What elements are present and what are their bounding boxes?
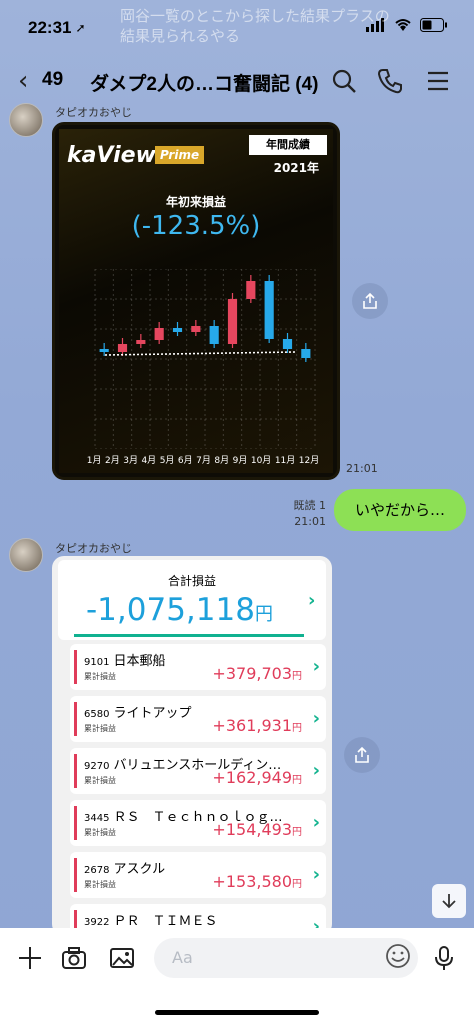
stock-row[interactable]: 9101 日本郵船累計損益 +379,703円 › <box>70 644 326 690</box>
chevron-right-icon: › <box>312 708 320 729</box>
sender-name: タピオカおやじ <box>55 542 132 555</box>
kaview-card: kaView Prime 年間成績 2021年 年初来損益 (-123.5%) … <box>59 129 333 473</box>
month-label: 10月 <box>250 456 272 466</box>
month-label: 2月 <box>104 456 120 466</box>
ytd-percent: (-123.5%) <box>131 211 261 241</box>
stock-sub-label: 累計損益 <box>84 880 116 889</box>
profit-marker <box>74 754 77 788</box>
stock-code: 9270 <box>84 761 110 772</box>
chevron-right-icon: › <box>308 590 316 611</box>
image-message[interactable]: kaView Prime 年間成績 2021年 年初来損益 (-123.5%) … <box>52 122 340 480</box>
stock-name-text: ＰＲ ＴＩＭＥＳ <box>113 914 218 929</box>
stock-row[interactable]: 6580 ライトアップ累計損益 +361,931円 › <box>70 696 326 742</box>
pl-summary-card[interactable]: 合計損益 -1,075,118円 › 9101 日本郵船累計損益 +379,703円… <box>52 556 332 936</box>
location-arrow-icon: ➚ <box>75 21 86 35</box>
annual-badge: 年間成績 <box>249 135 327 155</box>
month-label: 11月 <box>274 456 296 466</box>
arrow-down-icon <box>442 894 456 909</box>
month-label: 8月 <box>214 456 230 466</box>
microphone-icon[interactable] <box>430 944 458 972</box>
back-count[interactable]: 49 <box>42 69 63 91</box>
month-label: 6月 <box>177 456 193 466</box>
stock-name-text: アスクル <box>113 862 166 877</box>
stock-row[interactable]: 9270 バリュエンスホールディン… 累計損益 +162,949円 › <box>70 748 326 794</box>
my-message-bubble[interactable]: いやだから… <box>334 489 466 531</box>
share-button[interactable] <box>344 737 380 773</box>
notification-ghost-text: 岡谷一覧のとこから探した結果プラスの結果見られるやる <box>120 7 390 45</box>
month-label: 5月 <box>159 456 175 466</box>
back-chevron-icon[interactable]: ‹ <box>18 66 28 96</box>
read-label: 既読 1 <box>293 499 327 512</box>
stock-code: 3445 <box>84 813 110 824</box>
stock-name-text: ライトアップ <box>113 706 192 721</box>
month-axis: 1月 2月 3月 4月 5月 6月 7月 8月 9月 10月 11月 12月 <box>59 453 333 466</box>
sender-name: タピオカおやじ <box>55 106 132 119</box>
stock-name: 3922 ＰＲ ＴＩＭＥＳ <box>84 910 289 929</box>
month-label: 12月 <box>298 456 320 466</box>
stock-code: 9101 <box>84 657 110 668</box>
battery-icon <box>420 18 447 32</box>
month-label: 7月 <box>196 456 211 466</box>
profit-marker <box>74 858 77 892</box>
status-time: 22:31 <box>28 18 72 37</box>
read-receipt: 既読 1 21:01 <box>294 498 327 530</box>
stock-pl-value: +379,703円 <box>212 664 302 683</box>
phone-icon[interactable] <box>376 67 404 95</box>
stock-sub-label: 累計損益 <box>84 672 116 681</box>
avatar[interactable] <box>9 538 43 572</box>
month-label: 9月 <box>232 456 248 466</box>
month-label: 4月 <box>141 456 157 466</box>
share-button[interactable] <box>352 283 388 319</box>
ytd-label: 年初来損益 <box>165 195 226 209</box>
monthly-pl-chart <box>94 269 316 449</box>
scroll-down-button[interactable] <box>432 884 466 918</box>
chevron-right-icon: › <box>312 656 320 677</box>
average-line <box>104 351 296 356</box>
profit-marker <box>74 650 77 684</box>
avatar[interactable] <box>9 103 43 137</box>
profit-marker <box>74 702 77 736</box>
search-icon[interactable] <box>330 67 358 95</box>
total-label: 合計損益 <box>167 574 216 588</box>
stock-sub-label: 累計損益 <box>84 724 116 733</box>
plus-icon[interactable] <box>16 944 44 972</box>
message-time: 21:01 <box>294 515 326 528</box>
nav-bar: ‹ 49 ダメプ2人の…コ奮闘記 (4) <box>0 58 474 104</box>
kaview-logo: kaView <box>67 143 156 168</box>
month-label: 1月 <box>86 456 102 466</box>
stock-pl-value: +361,931円 <box>212 716 302 735</box>
chat-title[interactable]: ダメプ2人の…コ奮闘記 (4) <box>90 69 319 96</box>
total-value: -1,075,118円 <box>86 592 273 628</box>
month-label: 3月 <box>123 456 138 466</box>
share-icon <box>355 746 369 763</box>
stock-name-text: 日本郵船 <box>113 654 166 669</box>
kaview-prime-badge: Prime <box>155 146 205 164</box>
stock-pl-value: +153,580円 <box>212 872 302 891</box>
stock-pl-value: +154,493円 <box>212 820 302 839</box>
year-label: 2021年 <box>273 161 319 175</box>
total-box[interactable]: 合計損益 -1,075,118円 › <box>58 560 326 640</box>
stock-code: 2678 <box>84 865 110 876</box>
chevron-right-icon: › <box>312 864 320 885</box>
total-underline <box>74 634 304 637</box>
emoji-icon[interactable] <box>384 942 412 970</box>
camera-icon[interactable] <box>60 944 88 972</box>
chevron-right-icon: › <box>312 812 320 833</box>
stock-code: 6580 <box>84 709 110 720</box>
chevron-right-icon: › <box>312 760 320 781</box>
stock-pl-value: +162,949円 <box>212 768 302 787</box>
stock-sub-label: 累計損益 <box>84 776 116 785</box>
stock-row[interactable]: 2678 アスクル累計損益 +153,580円 › <box>70 852 326 898</box>
home-indicator <box>155 1010 319 1015</box>
profit-marker <box>74 806 77 840</box>
share-icon <box>363 292 377 309</box>
stock-sub-label: 累計損益 <box>84 828 116 837</box>
stock-code: 3922 <box>84 917 110 928</box>
menu-icon[interactable] <box>424 67 452 95</box>
message-time: 21:01 <box>346 462 378 475</box>
message-input[interactable]: Aa <box>154 938 418 978</box>
image-icon[interactable] <box>108 944 136 972</box>
stock-row[interactable]: 3445 ＲＳ Ｔｅｃｈｎｏｌｏｇ… 累計損益 +154,493円 › <box>70 800 326 846</box>
